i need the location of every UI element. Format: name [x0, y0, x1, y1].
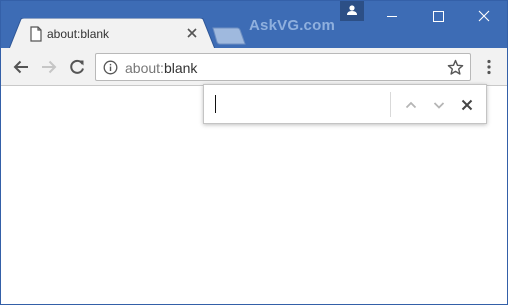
chevron-up-icon [405, 101, 417, 109]
tab-active[interactable]: about:blank [9, 18, 215, 49]
person-icon [347, 5, 357, 15]
browser-window: about:blank AskVG.com about:blank [0, 0, 508, 305]
toolbar: about:blank [1, 48, 507, 86]
minimize-icon [387, 16, 397, 17]
star-icon[interactable] [447, 59, 464, 76]
find-previous-button[interactable] [402, 96, 420, 114]
forward-button[interactable] [39, 57, 59, 77]
find-close-button[interactable] [458, 96, 476, 114]
maximize-button[interactable] [415, 1, 461, 31]
url-path: blank [163, 60, 198, 76]
window-close-button[interactable] [461, 1, 507, 31]
menu-button[interactable] [481, 58, 497, 76]
find-bar [203, 84, 487, 124]
find-input[interactable] [214, 91, 384, 117]
kebab-menu-icon [487, 59, 491, 75]
profile-button[interactable] [340, 1, 364, 21]
address-bar[interactable]: about:blank [95, 53, 471, 81]
find-next-button[interactable] [430, 96, 448, 114]
reload-button[interactable] [67, 57, 87, 77]
text-caret [215, 95, 216, 113]
reload-icon [70, 59, 84, 74]
tab-title: about:blank [47, 27, 110, 41]
close-icon [478, 10, 490, 22]
minimize-button[interactable] [369, 1, 415, 31]
info-icon[interactable] [103, 60, 118, 75]
page-icon [29, 26, 43, 42]
url-text[interactable]: about:blank [125, 60, 197, 76]
close-icon [461, 99, 473, 111]
chevron-down-icon [433, 102, 445, 109]
arrow-right-icon [42, 60, 57, 74]
close-icon[interactable] [185, 26, 199, 40]
find-divider [390, 92, 391, 117]
back-button[interactable] [11, 57, 31, 77]
arrow-left-icon [13, 60, 28, 74]
maximize-icon [433, 11, 444, 22]
title-bar: about:blank AskVG.com [1, 1, 507, 49]
url-scheme: about: [125, 60, 164, 76]
new-tab-button[interactable] [211, 27, 247, 45]
watermark-text: AskVG.com [249, 17, 335, 34]
